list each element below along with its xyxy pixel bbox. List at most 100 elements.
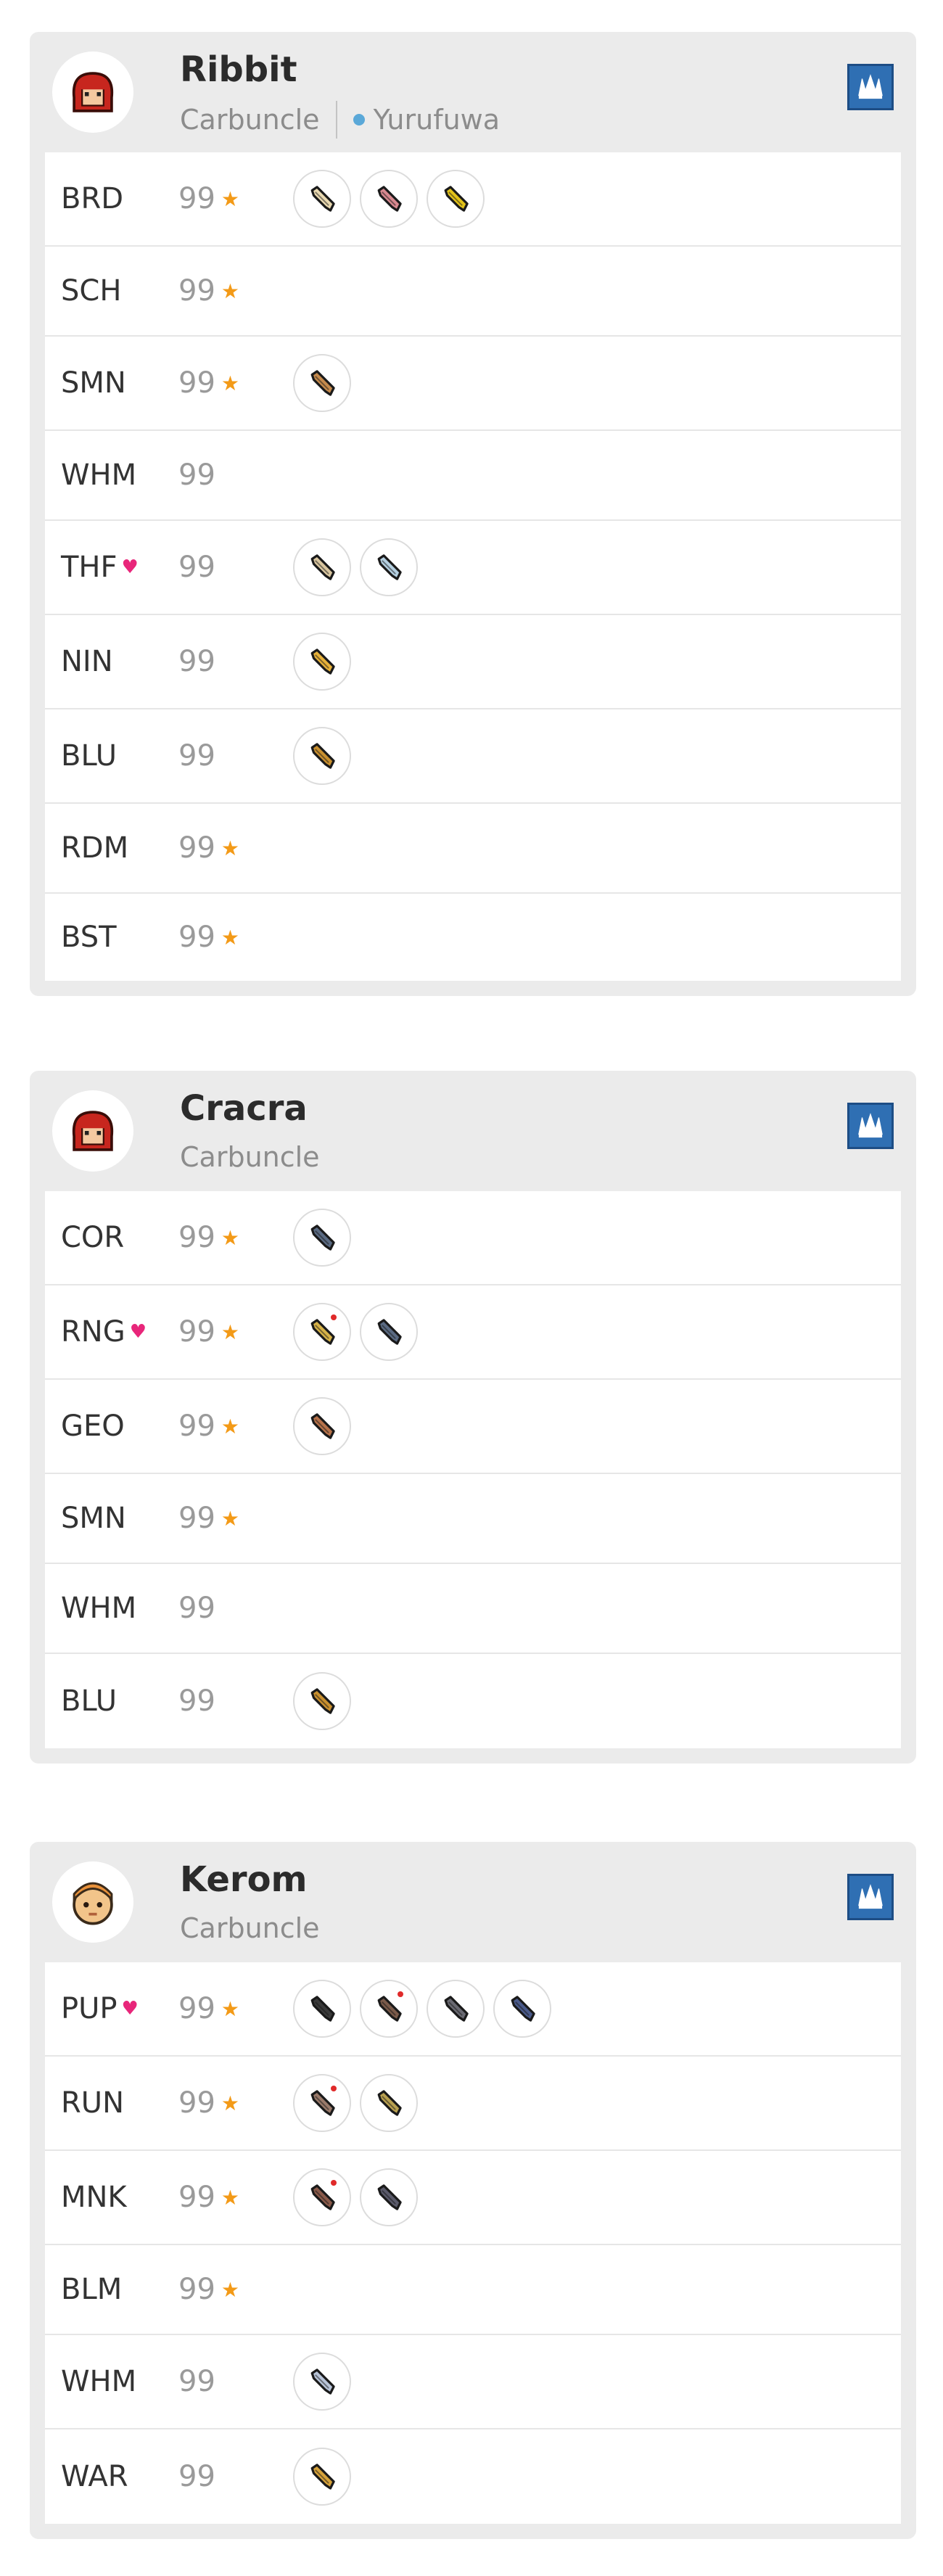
job-level-text: 99	[178, 921, 215, 954]
gear-list	[293, 1209, 351, 1267]
weapon-icon[interactable]	[360, 2074, 418, 2132]
gear-list	[293, 2168, 418, 2226]
master-star-icon: ★	[221, 2277, 240, 2302]
job-abbreviation-text: BLU	[61, 1684, 118, 1718]
mastered-heart-icon: ♥	[129, 1321, 147, 1343]
job-row: GEO 99 ★	[45, 1380, 901, 1474]
mastered-heart-icon: ♥	[121, 1998, 139, 2020]
weapon-icon[interactable]	[360, 1303, 418, 1361]
weapon-icon[interactable]	[293, 2448, 351, 2506]
character-header: Ribbit Carbuncle Yurufuwa	[45, 32, 901, 152]
job-level: 99	[178, 458, 215, 492]
job-row: RUN 99 ★	[45, 2057, 901, 2151]
gear-list	[293, 1672, 351, 1730]
linkshell-name[interactable]: Yurufuwa	[374, 102, 500, 137]
job-row: NIN 99	[45, 615, 901, 709]
job-abbreviation-text: RNG	[61, 1315, 125, 1349]
job-abbreviation: SMN	[61, 366, 126, 400]
weapon-icon[interactable]	[293, 2074, 351, 2132]
job-abbreviation: BLM	[61, 2273, 122, 2306]
job-level-text: 99	[178, 366, 215, 400]
job-row: MNK 99 ★	[45, 2151, 901, 2245]
weapon-icon[interactable]	[293, 727, 351, 785]
job-abbreviation-text: COR	[61, 1221, 125, 1254]
job-level-text: 99	[178, 645, 215, 678]
crystal-profile-icon[interactable]	[847, 64, 894, 110]
red-hair-avatar-icon[interactable]	[52, 1090, 133, 1172]
weapon-icon[interactable]	[493, 1980, 551, 2038]
tarutaru-avatar-icon[interactable]	[52, 1861, 133, 1943]
job-abbreviation: WHM	[61, 1592, 136, 1625]
character-name[interactable]: Cracra	[180, 1087, 308, 1130]
job-row: BLU 99	[45, 1654, 901, 1748]
master-star-icon: ★	[221, 1320, 240, 1344]
job-level: 99 ★	[178, 2273, 239, 2306]
job-level-text: 99	[178, 1410, 215, 1443]
weapon-icon[interactable]	[293, 633, 351, 691]
weapon-icon[interactable]	[427, 170, 485, 228]
job-row: SMN 99 ★	[45, 1474, 901, 1564]
master-star-icon: ★	[221, 2091, 240, 2115]
character-header: Kerom Carbuncle	[45, 1842, 901, 1962]
job-abbreviation: GEO	[61, 1410, 125, 1443]
weapon-icon[interactable]	[293, 2353, 351, 2411]
job-row: PUP ♥ 99 ★	[45, 1962, 901, 2057]
weapon-icon[interactable]	[293, 1209, 351, 1267]
job-level: 99	[178, 2365, 215, 2398]
linkshell-icon	[353, 114, 365, 125]
weapon-icon[interactable]	[293, 170, 351, 228]
weapon-icon[interactable]	[360, 170, 418, 228]
job-level-text: 99	[178, 458, 215, 492]
job-level: 99 ★	[178, 1221, 239, 1254]
job-level-text: 99	[178, 2086, 215, 2120]
job-abbreviation: SMN	[61, 1502, 126, 1535]
weapon-icon[interactable]	[293, 1672, 351, 1730]
job-level: 99	[178, 645, 215, 678]
meta-divider	[335, 101, 337, 139]
job-abbreviation: BRD	[61, 182, 123, 215]
gear-list	[293, 2353, 351, 2411]
job-level-text: 99	[178, 182, 215, 215]
gear-list	[293, 2448, 351, 2506]
job-level-text: 99	[178, 2181, 215, 2214]
red-hair-avatar-icon[interactable]	[52, 52, 133, 133]
job-abbreviation-text: SMN	[61, 1502, 126, 1535]
weapon-icon[interactable]	[293, 538, 351, 596]
job-level-text: 99	[178, 2460, 215, 2493]
job-abbreviation-text: WAR	[61, 2460, 128, 2493]
server-name: Carbuncle	[180, 1141, 320, 1173]
weapon-icon[interactable]	[293, 1980, 351, 2038]
job-abbreviation-text: RDM	[61, 831, 129, 865]
character-card: Kerom Carbuncle PUP ♥ 99 ★ RUN 99 ★ MNK 99 ★ BLM 99 ★ W…	[30, 1842, 916, 2539]
weapon-icon[interactable]	[293, 1397, 351, 1455]
augment-dot-icon	[331, 2086, 337, 2091]
weapon-icon[interactable]	[293, 1303, 351, 1361]
job-abbreviation: BLU	[61, 739, 117, 773]
character-name[interactable]: Ribbit	[180, 48, 297, 91]
weapon-icon[interactable]	[360, 538, 418, 596]
job-abbreviation: SCH	[61, 274, 121, 308]
job-level-text: 99	[178, 2273, 215, 2306]
weapon-icon[interactable]	[360, 1980, 418, 2038]
augment-dot-icon	[331, 1314, 337, 1320]
job-level: 99 ★	[178, 921, 239, 954]
job-level: 99 ★	[178, 1502, 239, 1535]
weapon-icon[interactable]	[360, 2168, 418, 2226]
job-row: WHM 99	[45, 1564, 901, 1654]
job-abbreviation-text: WHM	[61, 1592, 137, 1625]
weapon-icon[interactable]	[427, 1980, 485, 2038]
job-level-text: 99	[178, 2365, 215, 2398]
weapon-icon[interactable]	[293, 354, 351, 412]
crystal-profile-icon[interactable]	[847, 1103, 894, 1149]
job-level-text: 99	[178, 1684, 215, 1718]
job-level-text: 99	[178, 831, 215, 865]
job-row: WAR 99	[45, 2429, 901, 2524]
character-name[interactable]: Kerom	[180, 1858, 308, 1901]
crystal-profile-icon[interactable]	[847, 1874, 894, 1920]
gear-list	[293, 727, 351, 785]
master-star-icon: ★	[221, 279, 240, 303]
job-list: PUP ♥ 99 ★ RUN 99 ★ MNK 99 ★ BLM 99 ★ WHM 99 WAR 99	[45, 1962, 901, 2524]
master-star-icon: ★	[221, 1225, 240, 1250]
weapon-icon[interactable]	[293, 2168, 351, 2226]
job-abbreviation-text: RUN	[61, 2086, 124, 2120]
